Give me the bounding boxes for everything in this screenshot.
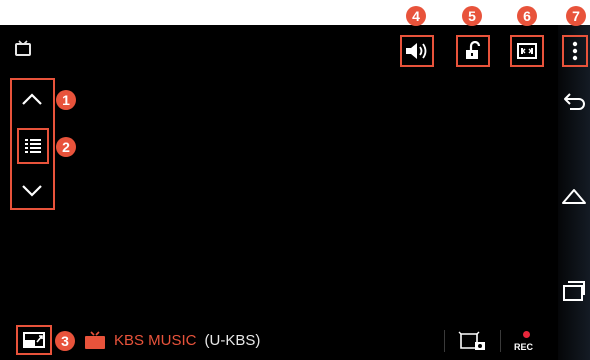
callout-6: 6 — [517, 6, 537, 26]
record-icon — [523, 331, 530, 338]
callout-1: 1 — [56, 90, 76, 110]
tv-icon — [15, 40, 31, 56]
capture-icon — [458, 331, 485, 350]
channel-down-button[interactable] — [13, 174, 51, 206]
overflow-menu-icon — [572, 41, 578, 61]
tv-channel-icon — [85, 331, 105, 349]
capture-button[interactable] — [458, 331, 488, 358]
callout-7: 7 — [566, 6, 586, 26]
callout-5: 5 — [462, 6, 482, 26]
status-tv-icon-wrap — [14, 40, 32, 61]
system-navigation-bar — [558, 25, 590, 360]
pip-icon — [23, 332, 45, 348]
home-icon — [562, 189, 586, 204]
channel-up-icon — [22, 93, 42, 105]
channel-up-button[interactable] — [13, 82, 51, 116]
overflow-menu-button[interactable] — [562, 35, 588, 67]
record-label: REC — [514, 342, 534, 352]
volume-button[interactable] — [400, 35, 434, 67]
aspect-ratio-button[interactable] — [510, 35, 544, 67]
channel-tv-icon-wrap — [84, 331, 106, 356]
callout-2: 2 — [56, 137, 76, 157]
back-button[interactable] — [558, 83, 590, 119]
channel-down-icon — [22, 185, 42, 197]
divider-2 — [500, 330, 501, 352]
callout-4: 4 — [406, 6, 426, 26]
lock-button[interactable] — [456, 35, 490, 67]
channel-name: KBS MUSIC — [114, 332, 197, 349]
callout-3: 3 — [55, 331, 75, 351]
channel-list-button[interactable] — [17, 128, 49, 164]
tv-screen[interactable] — [0, 25, 558, 360]
home-button[interactable] — [558, 178, 590, 214]
recent-apps-icon — [563, 281, 585, 301]
volume-icon — [406, 43, 427, 59]
back-icon — [564, 93, 585, 110]
channel-info: KBS MUSIC (U-KBS) — [114, 330, 260, 352]
channel-code: (U-KBS) — [204, 332, 261, 349]
recent-apps-button[interactable] — [558, 273, 590, 309]
lock-icon — [466, 41, 481, 59]
pip-button[interactable] — [16, 325, 52, 355]
aspect-ratio-icon — [517, 43, 537, 59]
divider-1 — [444, 330, 445, 352]
channel-list-icon — [25, 139, 41, 153]
